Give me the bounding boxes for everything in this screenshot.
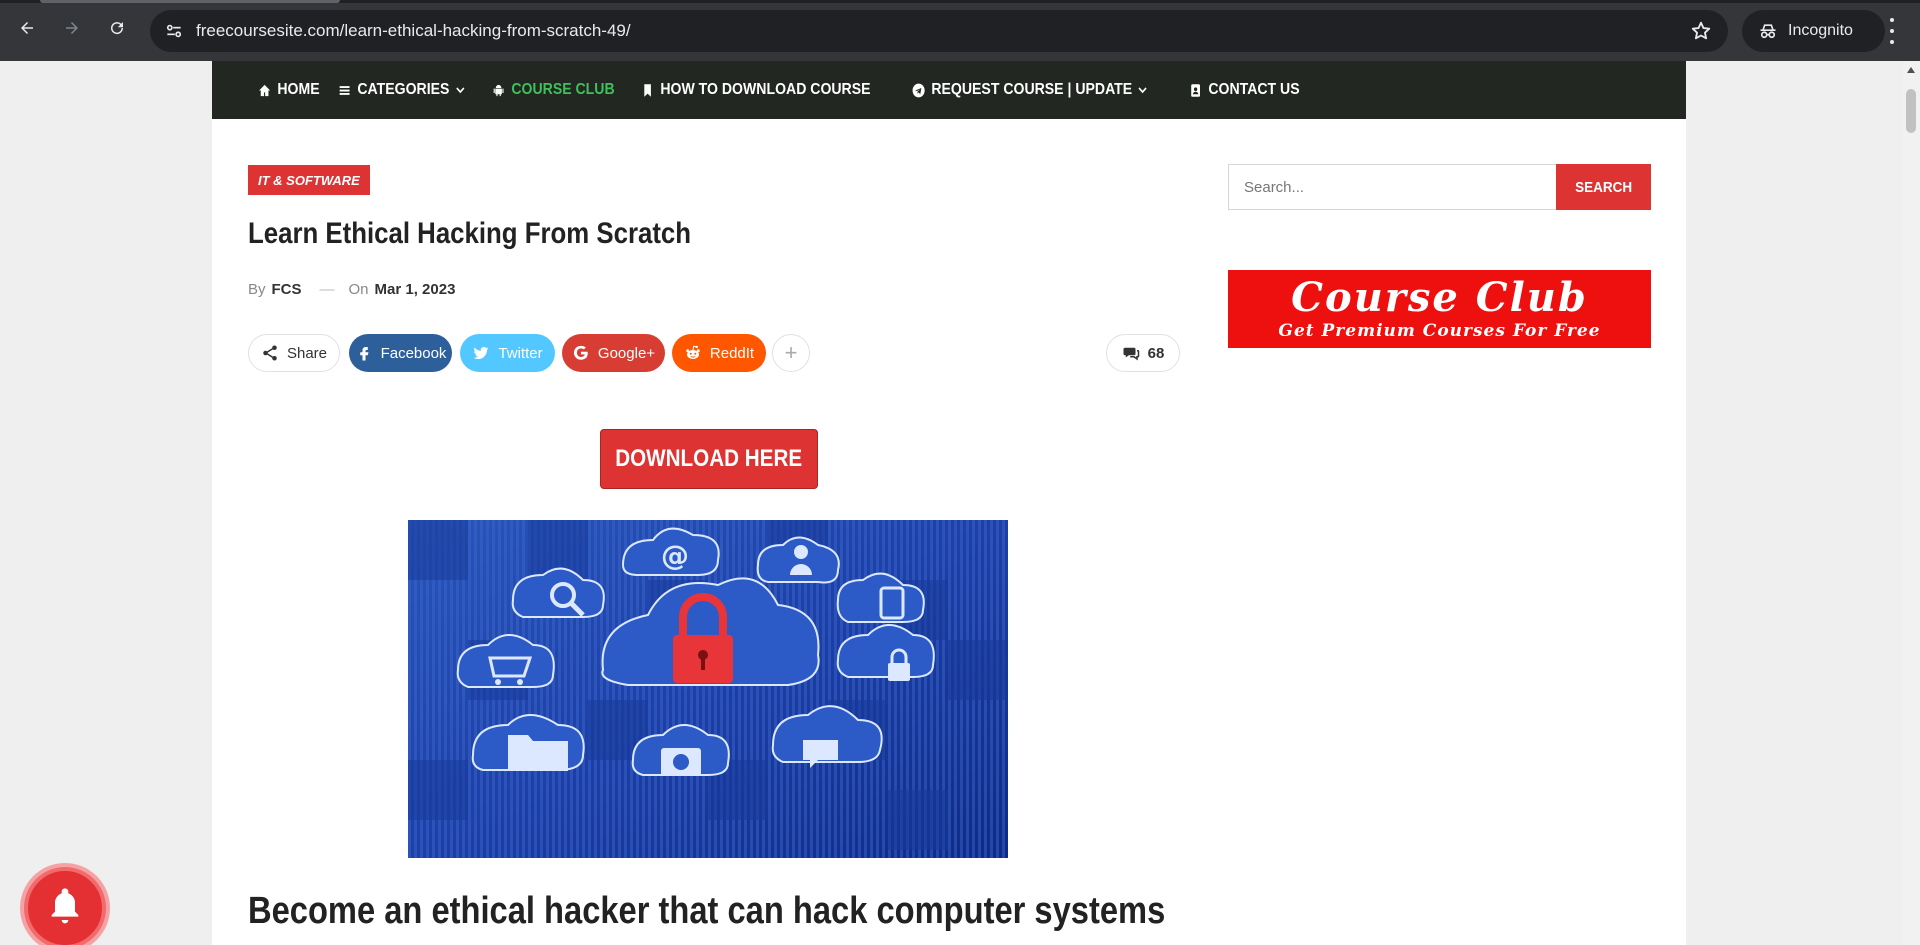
author-link[interactable]: FCS [272, 281, 302, 298]
course-hero-image: @ [408, 520, 1008, 858]
main-navigation: HOME CATEGORIES COURSE CLUB HOW TO DOWNL… [212, 61, 1686, 119]
comments-icon [1123, 347, 1139, 361]
cloud-security-illustration: @ [408, 520, 1008, 858]
chevron-down-icon [455, 87, 465, 94]
ad-subtitle: Get Premium Courses For Free [1278, 321, 1601, 341]
incognito-label: Incognito [1788, 22, 1853, 39]
site-info-icon[interactable] [164, 21, 184, 41]
nav-categories-label: CATEGORIES [357, 81, 450, 98]
reddit-icon [686, 345, 700, 359]
nav-course-club-label: COURSE CLUB [510, 81, 615, 98]
facebook-share-button[interactable]: Facebook [349, 334, 452, 372]
facebook-label: Facebook [380, 344, 447, 362]
telegram-icon [912, 83, 925, 97]
by-label: By [248, 281, 266, 298]
post-title: Learn Ethical Hacking From Scratch [248, 217, 692, 250]
nav-how-to-download[interactable]: HOW TO DOWNLOAD COURSE [641, 81, 871, 99]
share-icon [263, 345, 277, 361]
section-heading: Become an ethical hacker that can hack c… [248, 890, 1166, 932]
nav-request-course[interactable]: REQUEST COURSE | UPDATE [912, 81, 1147, 99]
incognito-indicator[interactable]: Incognito [1742, 10, 1885, 52]
comments-count-button[interactable]: 68 [1106, 334, 1180, 372]
category-badge[interactable]: IT & SOFTWARE [248, 165, 370, 195]
more-share-button[interactable]: + [772, 334, 810, 372]
bell-icon [51, 888, 79, 924]
menu-dot [1890, 29, 1894, 33]
download-button[interactable]: DOWNLOAD HERE [600, 429, 818, 489]
browser-menu-button[interactable] [1882, 18, 1902, 44]
page-scrollbar[interactable] [1902, 61, 1920, 945]
reddit-label: ReddIt [709, 344, 755, 362]
search-button-label: SEARCH [1574, 178, 1633, 196]
menu-icon [339, 85, 350, 95]
nav-home[interactable]: HOME [258, 81, 320, 99]
url-text[interactable]: freecoursesite.com/learn-ethical-hacking… [196, 21, 631, 41]
site-container: HOME CATEGORIES COURSE CLUB HOW TO DOWNL… [212, 61, 1686, 945]
nav-home-label: HOME [277, 81, 320, 98]
ad-title: Course Club [1291, 274, 1588, 321]
twitter-label: Twitter [498, 344, 543, 362]
back-button[interactable] [12, 13, 42, 43]
contact-book-icon [1191, 83, 1200, 97]
forward-button[interactable] [57, 13, 87, 43]
address-bar[interactable]: freecoursesite.com/learn-ethical-hacking… [150, 10, 1728, 52]
course-club-ad-banner[interactable]: Course Club Get Premium Courses For Free [1228, 270, 1651, 348]
nav-contact-us[interactable]: CONTACT US [1189, 81, 1300, 99]
comments-count: 68 [1147, 344, 1165, 362]
date-prefix: On [348, 281, 369, 298]
nav-contact-us-label: CONTACT US [1208, 81, 1300, 98]
share-bar: Share Facebook Twitter Google+ ReddIt + [248, 334, 1180, 374]
chevron-down-icon [1138, 87, 1147, 94]
google-label: Google+ [597, 344, 656, 362]
svg-text:@: @ [661, 539, 689, 572]
post-meta: By FCS — On Mar 1, 2023 [248, 281, 455, 298]
bookmark-icon [644, 83, 651, 97]
meta-separator: — [319, 281, 335, 298]
reload-icon [111, 22, 124, 35]
scrollbar-thumb[interactable] [1906, 89, 1916, 133]
menu-dot [1890, 40, 1894, 44]
home-icon [259, 84, 271, 96]
menu-dot [1890, 18, 1894, 22]
post-date: Mar 1, 2023 [374, 281, 456, 298]
bookmark-star-icon[interactable] [1690, 20, 1712, 42]
arrow-left-icon [21, 22, 33, 34]
nav-course-club[interactable]: COURSE CLUB [492, 81, 615, 99]
download-button-label: DOWNLOAD HERE [615, 445, 803, 472]
arrow-right-icon [66, 22, 78, 34]
search-input[interactable] [1229, 165, 1558, 209]
notification-bell-button[interactable] [24, 867, 106, 945]
incognito-icon [1760, 24, 1776, 39]
nav-how-to-download-label: HOW TO DOWNLOAD COURSE [660, 81, 871, 98]
page-viewport: HOME CATEGORIES COURSE CLUB HOW TO DOWNL… [0, 61, 1902, 945]
nav-request-course-label: REQUEST COURSE | UPDATE [931, 81, 1132, 98]
share-label: Share [286, 344, 328, 362]
search-field-wrapper [1228, 164, 1558, 210]
nav-categories[interactable]: CATEGORIES [338, 81, 465, 99]
google-icon [573, 345, 588, 360]
twitter-share-button[interactable]: Twitter [460, 334, 555, 372]
search-button[interactable]: SEARCH [1556, 164, 1651, 210]
share-button[interactable]: Share [248, 334, 340, 372]
android-icon [493, 84, 504, 96]
active-tab-indicator [40, 0, 340, 3]
twitter-icon [473, 346, 489, 360]
reddit-share-button[interactable]: ReddIt [672, 334, 766, 372]
reload-button[interactable] [102, 13, 132, 43]
browser-toolbar: freecoursesite.com/learn-ethical-hacking… [0, 0, 1920, 61]
facebook-icon [359, 347, 369, 361]
google-share-button[interactable]: Google+ [562, 334, 665, 372]
scroll-up-arrow-icon[interactable] [1907, 67, 1915, 73]
